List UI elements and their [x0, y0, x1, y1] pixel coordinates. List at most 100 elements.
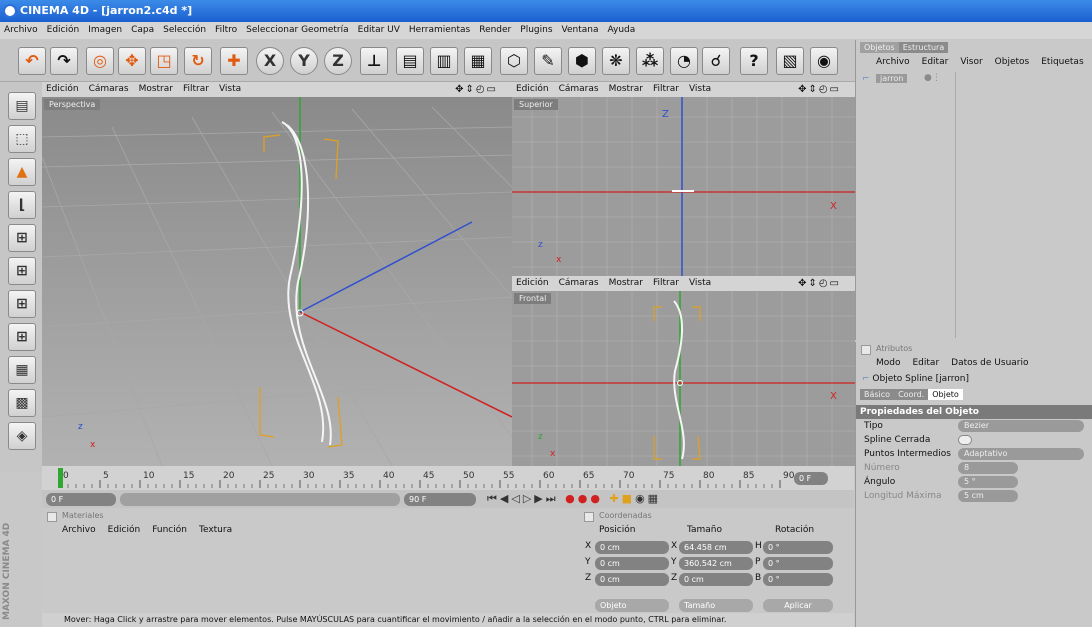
object-name[interactable]: jarron [876, 74, 908, 83]
materials-menu-function[interactable]: Función [152, 525, 187, 535]
menu-item-3[interactable]: Capa [131, 25, 154, 35]
object-mode-dropdown[interactable]: Objeto [595, 599, 669, 612]
menu-item-4[interactable]: Selección [163, 25, 206, 35]
x-axis-icon[interactable]: X [256, 47, 284, 75]
vp-menu-view[interactable]: Vista [689, 84, 711, 94]
help-pointer-icon[interactable]: ? [740, 47, 768, 75]
rotation-field[interactable]: 0 ° [763, 573, 833, 586]
property-field[interactable]: Bezier [958, 420, 1084, 432]
current-frame-field[interactable]: 0 F [794, 472, 828, 485]
vp-menu-cameras[interactable]: Cámaras [559, 84, 599, 94]
vp-menu-edit[interactable]: Edición [516, 278, 549, 288]
perspective-viewport[interactable]: Edición Cámaras Mostrar Filtrar Vista ✥⇕◴▭ z… [42, 82, 512, 466]
uv-points-icon[interactable]: ⊞ [8, 257, 36, 285]
apply-button[interactable]: Aplicar [763, 599, 833, 612]
object-mode-icon[interactable]: ⬚ [8, 125, 36, 153]
size-mode-dropdown[interactable]: Tamaño [679, 599, 753, 612]
menu-item-9[interactable]: Render [479, 25, 511, 35]
vp-menu-filter[interactable]: Filtrar [653, 84, 679, 94]
top-viewport[interactable]: Edición Cámaras Mostrar Filtrar Vista ✥⇕◴▭ Z… [512, 82, 855, 276]
end-frame-field[interactable]: 90 F [404, 493, 476, 506]
position-field[interactable]: 0 cm [595, 557, 669, 570]
camera-icon[interactable]: ☌ [702, 47, 730, 75]
menu-item-1[interactable]: Edición [47, 25, 80, 35]
world-axis-icon[interactable]: ✚ [220, 47, 248, 75]
menu-item-7[interactable]: Editar UV [358, 25, 400, 35]
spline-pen-icon[interactable]: ✎ [534, 47, 562, 75]
edges-mode-icon[interactable]: ⌊ [8, 191, 36, 219]
size-field[interactable]: 360.542 cm [679, 557, 753, 570]
frame-range-slider[interactable] [120, 493, 400, 506]
coordinate-system-icon[interactable]: ⊥ [360, 47, 388, 75]
objects-menu-objects[interactable]: Objetos [995, 57, 1030, 67]
rotation-field[interactable]: 0 ° [763, 557, 833, 570]
size-field[interactable]: 64.458 cm [679, 541, 753, 554]
front-viewport[interactable]: Edición Cámaras Mostrar Filtrar Vista ✥⇕◴▭ X… [512, 276, 855, 466]
vp-menu-view[interactable]: Vista [689, 278, 711, 288]
attributes-menu-userdata[interactable]: Datos de Usuario [951, 358, 1028, 368]
materials-menu-edit[interactable]: Edición [108, 525, 141, 535]
move-icon[interactable]: ✥ [118, 47, 146, 75]
rotation-field[interactable]: 0 ° [763, 541, 833, 554]
tab-coord[interactable]: Coord. [894, 389, 929, 400]
menu-item-12[interactable]: Ayuda [607, 25, 635, 35]
materials-menu-texture[interactable]: Textura [199, 525, 232, 535]
vp-menu-view[interactable]: Vista [219, 84, 241, 94]
objects-menu-tags[interactable]: Etiquetas [1041, 57, 1083, 67]
scale-icon[interactable]: ◳ [150, 47, 178, 75]
layout-icon[interactable]: ▧ [776, 47, 804, 75]
size-field[interactable]: 0 cm [679, 573, 753, 586]
vp-menu-cameras[interactable]: Cámaras [559, 278, 599, 288]
start-frame-field[interactable]: 0 F [46, 493, 116, 506]
menu-item-0[interactable]: Archivo [4, 25, 38, 35]
property-field[interactable]: 8 [958, 462, 1018, 474]
viewport-nav-icons[interactable]: ✥⇕◴▭ [798, 82, 841, 97]
attributes-menu-edit[interactable]: Editar [913, 358, 940, 368]
array-icon[interactable]: ❋ [602, 47, 630, 75]
tweak-mode-icon[interactable]: ◈ [8, 422, 36, 450]
render-settings-icon[interactable]: ▦ [464, 47, 492, 75]
deformer-icon[interactable]: ⁂ [636, 47, 664, 75]
polygons-mode-icon[interactable]: ⊞ [8, 224, 36, 252]
menu-item-11[interactable]: Ventana [562, 25, 599, 35]
redo-icon[interactable]: ↷ [50, 47, 78, 75]
menu-item-10[interactable]: Plugins [520, 25, 552, 35]
uv-polygons-icon[interactable]: ⊞ [8, 290, 36, 318]
vp-menu-edit[interactable]: Edición [516, 84, 549, 94]
object-item-jarron[interactable]: ⌐ jarron ●⋮ [858, 73, 1092, 87]
texture-mode-icon[interactable]: ▦ [8, 356, 36, 384]
viewport-nav-icons[interactable]: ✥⇕◴▭ [455, 82, 498, 97]
axis-mode-icon[interactable]: ⊞ [8, 323, 36, 351]
property-field[interactable]: 5 ° [958, 476, 1018, 488]
menu-item-2[interactable]: Imagen [88, 25, 122, 35]
tab-object[interactable]: Objeto [928, 389, 963, 400]
objects-menu-view[interactable]: Visor [960, 57, 982, 67]
live-selection-icon[interactable]: ◎ [86, 47, 114, 75]
tab-structure[interactable]: Estructura [898, 42, 949, 53]
closed-spline-checkbox[interactable] [958, 435, 972, 445]
playback-controls[interactable]: ⏮◀◁▷▶⏭ ●●● ✚■◉▦ [487, 492, 661, 506]
scene-icon[interactable]: ◔ [670, 47, 698, 75]
vp-menu-show[interactable]: Mostrar [609, 84, 643, 94]
points-mode-icon[interactable]: ▲ [8, 158, 36, 186]
attributes-menu-mode[interactable]: Modo [876, 358, 901, 368]
menu-item-8[interactable]: Herramientas [409, 25, 470, 35]
vp-menu-filter[interactable]: Filtrar [183, 84, 209, 94]
render-picture-viewer-icon[interactable]: ▥ [430, 47, 458, 75]
objects-menu-edit[interactable]: Editar [922, 57, 949, 67]
model-mode-icon[interactable]: ▤ [8, 92, 36, 120]
tab-basic[interactable]: Básico [860, 389, 895, 400]
vp-menu-cameras[interactable]: Cámaras [89, 84, 129, 94]
y-axis-icon[interactable]: Y [290, 47, 318, 75]
undo-icon[interactable]: ↶ [18, 47, 46, 75]
render-view-icon[interactable]: ▤ [396, 47, 424, 75]
materials-menu-file[interactable]: Archivo [62, 525, 96, 535]
position-field[interactable]: 0 cm [595, 573, 669, 586]
rotate-icon[interactable]: ↻ [184, 47, 212, 75]
z-axis-icon[interactable]: Z [324, 47, 352, 75]
vp-menu-filter[interactable]: Filtrar [653, 278, 679, 288]
tab-objects[interactable]: Objetos [860, 42, 899, 53]
position-field[interactable]: 0 cm [595, 541, 669, 554]
timeline-ruler[interactable]: 0 5 10 15 20 25 30 35 40 45 50 55 60 65 70 75 80 85 90 0 F [42, 466, 854, 490]
viewport-nav-icons[interactable]: ✥⇕◴▭ [798, 276, 841, 291]
